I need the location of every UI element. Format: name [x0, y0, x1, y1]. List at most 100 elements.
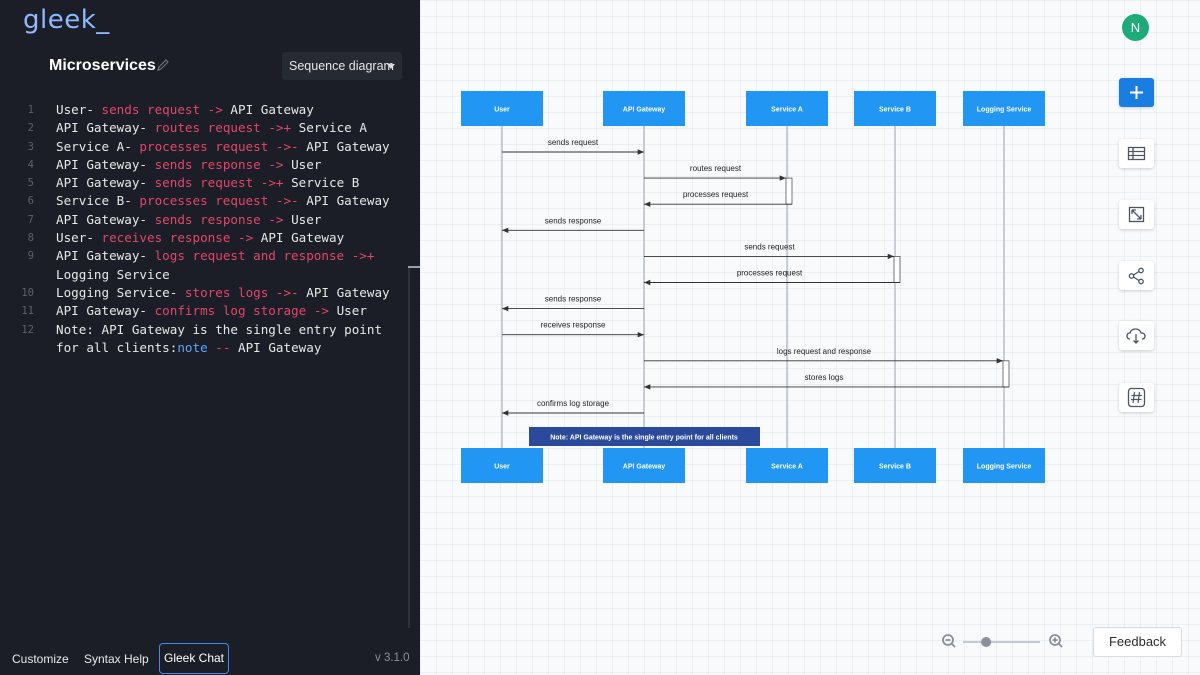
code-line[interactable]: 2 API Gateway- routes request ->+ Service… [0, 119, 410, 137]
share-button[interactable] [1119, 261, 1154, 290]
line-number: 12 [21, 323, 34, 336]
line-number: 3 [27, 140, 34, 153]
gleek-chat-button[interactable]: Gleek Chat [159, 643, 229, 674]
code-token: Service B- [56, 193, 140, 209]
code-token: API Gateway- [56, 175, 155, 191]
diagram-type-select[interactable]: Sequence diagram [282, 52, 402, 80]
code-token: User [291, 156, 322, 172]
code-message: logs request and response [154, 248, 345, 264]
editor-panel: gleek_ Microservices Sequence diagram 1 U… [0, 0, 420, 675]
code-token: User- [56, 102, 102, 117]
code-token: User [291, 211, 322, 227]
line-number: 6 [27, 195, 34, 208]
add-button[interactable] [1119, 78, 1154, 107]
customize-link[interactable]: Customize [12, 652, 69, 666]
pencil-icon[interactable] [155, 57, 171, 73]
code-token: User [336, 303, 367, 319]
code-token: API Gateway- [56, 120, 155, 136]
line-number: 11 [21, 305, 34, 318]
code-message: ->- [268, 138, 307, 154]
code-token: API Gateway [306, 138, 390, 154]
code-line[interactable]: 11 API Gateway- confirms log storage -> U… [0, 302, 410, 320]
code-editor[interactable]: 1 User- sends request -> API Gateway 2 API … [0, 101, 410, 357]
code-token: API Gateway- [56, 303, 155, 319]
code-token: Logging Service [56, 266, 170, 282]
code-message: processes request [139, 138, 269, 154]
line-number: 1 [27, 104, 34, 116]
editor-scroll-marker [408, 266, 420, 268]
expand-button[interactable] [1119, 200, 1154, 229]
code-message: confirms log storage [154, 303, 307, 319]
hashtag-button[interactable] [1119, 383, 1154, 412]
plus-icon [1130, 86, 1143, 99]
feedback-button[interactable]: Feedback [1093, 627, 1182, 657]
zoom-control[interactable] [940, 630, 1070, 654]
table-icon [1127, 146, 1146, 161]
user-avatar[interactable]: N [1122, 14, 1149, 41]
code-message: ->+ [260, 120, 299, 136]
code-line[interactable]: 6 Service B- processes request ->- API Ga… [0, 192, 410, 210]
code-message: processes request [139, 193, 269, 209]
line-number: 2 [27, 122, 34, 135]
code-token: Service B [291, 175, 360, 191]
table-button[interactable] [1119, 139, 1154, 168]
expand-icon [1128, 206, 1145, 223]
code-message: sends response [154, 156, 261, 172]
code-token: API Gateway [260, 230, 345, 246]
diagram-title[interactable]: Microservices [49, 57, 156, 75]
code-line[interactable]: 5 API Gateway- sends request ->+ Service … [0, 174, 410, 192]
code-line[interactable]: 9 API Gateway- logs request and response … [0, 247, 410, 284]
line-number: 8 [27, 232, 34, 245]
code-token: API Gateway- [56, 211, 155, 227]
editor-scrollbar[interactable] [408, 268, 410, 628]
code-line[interactable]: 1 User- sends request -> API Gateway [0, 101, 410, 119]
code-message: ->+ [344, 248, 383, 264]
hashtag-icon [1127, 387, 1146, 408]
cloud-download-icon [1126, 328, 1146, 344]
code-token: API Gateway [306, 284, 390, 300]
zoom-out-icon[interactable] [942, 634, 956, 648]
code-message: sends response [154, 211, 261, 227]
line-number: 7 [27, 213, 34, 226]
code-message: ->- [268, 284, 307, 300]
code-message: -- [207, 339, 239, 355]
code-message: sends request [101, 102, 201, 117]
code-line[interactable]: 12 Note: API Gateway is the single entry … [0, 321, 410, 358]
version-label: v 3.1.0 [375, 652, 410, 664]
code-message: -> [230, 230, 261, 246]
line-number: 4 [27, 158, 34, 171]
diagram-type-value: Sequence diagram [289, 59, 394, 73]
code-message: ->+ [253, 175, 292, 191]
code-keyword: note [177, 339, 208, 355]
code-token: Service A- [56, 138, 140, 154]
code-message: stores logs [184, 284, 269, 300]
code-line[interactable]: 7 API Gateway- sends response -> User [0, 211, 410, 229]
code-line[interactable]: 4 API Gateway- sends response -> User [0, 156, 410, 174]
code-token: API Gateway- [56, 248, 155, 264]
code-token: API Gateway- [56, 156, 155, 172]
code-line[interactable]: 8 User- receives response -> API Gateway [0, 229, 410, 247]
code-token: Service A [298, 120, 367, 136]
line-number: 10 [21, 286, 34, 299]
diagram-canvas[interactable] [420, 0, 1200, 675]
download-button[interactable] [1119, 321, 1154, 350]
line-number: 9 [27, 250, 34, 263]
gleek-logo[interactable]: gleek_ [23, 5, 110, 35]
code-message: -> [260, 156, 292, 172]
code-message: routes request [154, 120, 261, 136]
code-message: receives response [101, 230, 231, 246]
line-number: 5 [27, 177, 34, 190]
code-line[interactable]: 3 Service A- processes request ->- API Ga… [0, 138, 410, 156]
chevron-down-icon [387, 64, 395, 69]
syntax-help-link[interactable]: Syntax Help [84, 652, 149, 666]
code-message: -> [260, 211, 292, 227]
code-token: Logging Service- [56, 284, 185, 300]
code-message: -> [200, 102, 231, 117]
code-message: ->- [268, 193, 307, 209]
code-token: User- [56, 230, 102, 246]
code-token: API Gateway [306, 193, 390, 209]
zoom-slider-thumb[interactable] [981, 637, 992, 647]
zoom-in-icon[interactable] [1049, 634, 1063, 648]
code-message: sends request [154, 175, 254, 191]
code-line[interactable]: 10 Logging Service- stores logs ->- API G… [0, 284, 410, 302]
